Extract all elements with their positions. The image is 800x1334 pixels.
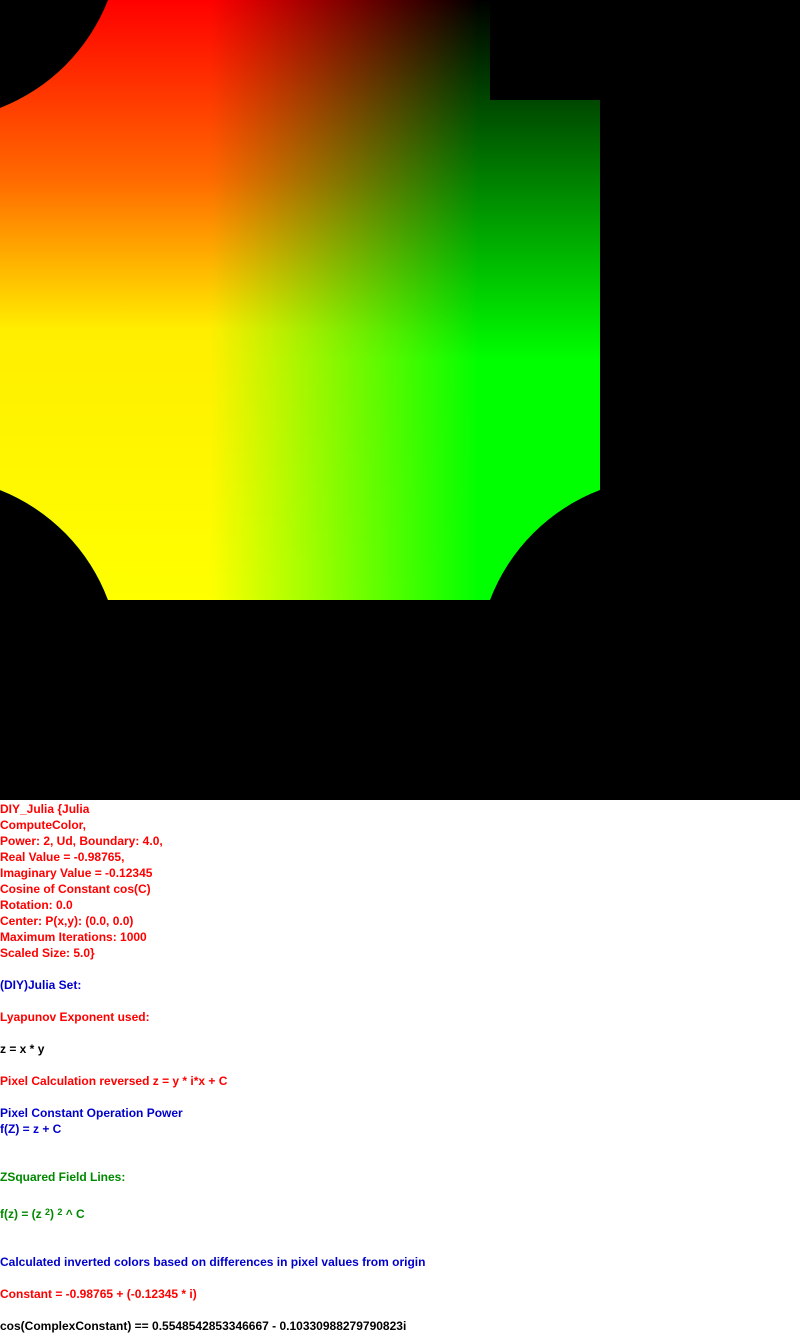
formula-suffix: ^ C bbox=[62, 1207, 85, 1221]
param-line: Center: P(x,y): (0.0, 0.0) bbox=[0, 914, 134, 928]
fractal-canvas bbox=[0, 0, 800, 800]
param-line: ComputeColor, bbox=[0, 818, 86, 832]
lyapunov-heading: Lyapunov Exponent used: bbox=[0, 1010, 150, 1024]
zsquared-heading: ZSquared Field Lines: bbox=[0, 1170, 126, 1184]
field-line-formula: f(z) = (z 2) 2 ^ C bbox=[0, 1206, 85, 1223]
pixel-calculation: Pixel Calculation reversed z = y * i*x +… bbox=[0, 1074, 228, 1088]
formula-exponent: 2 bbox=[45, 1207, 51, 1217]
z-equation: z = x * y bbox=[0, 1042, 45, 1056]
cos-constant-value: cos(ComplexConstant) == 0.55485428533466… bbox=[0, 1319, 407, 1333]
param-line: Maximum Iterations: 1000 bbox=[0, 930, 147, 944]
julia-fractal-image bbox=[0, 0, 600, 600]
julia-set-heading: (DIY)Julia Set: bbox=[0, 978, 82, 992]
param-line: Rotation: 0.0 bbox=[0, 898, 73, 912]
pixel-constant-heading: Pixel Constant Operation Power bbox=[0, 1106, 183, 1120]
param-line: Cosine of Constant cos(C) bbox=[0, 882, 151, 896]
f-z-formula: f(Z) = z + C bbox=[0, 1122, 62, 1136]
formula-prefix: f(z) = (z bbox=[0, 1207, 45, 1221]
param-line: Real Value = -0.98765, bbox=[0, 850, 125, 864]
param-line: Scaled Size: 5.0} bbox=[0, 946, 95, 960]
param-line: Imaginary Value = -0.12345 bbox=[0, 866, 153, 880]
inverted-colors-note: Calculated inverted colors based on diff… bbox=[0, 1255, 426, 1269]
constant-value: Constant = -0.98765 + (-0.12345 * i) bbox=[0, 1287, 197, 1301]
param-line: Power: 2, Ud, Boundary: 4.0, bbox=[0, 834, 163, 848]
formula-exponent: 2 bbox=[57, 1207, 63, 1217]
param-line: DIY_Julia {Julia bbox=[0, 802, 90, 816]
